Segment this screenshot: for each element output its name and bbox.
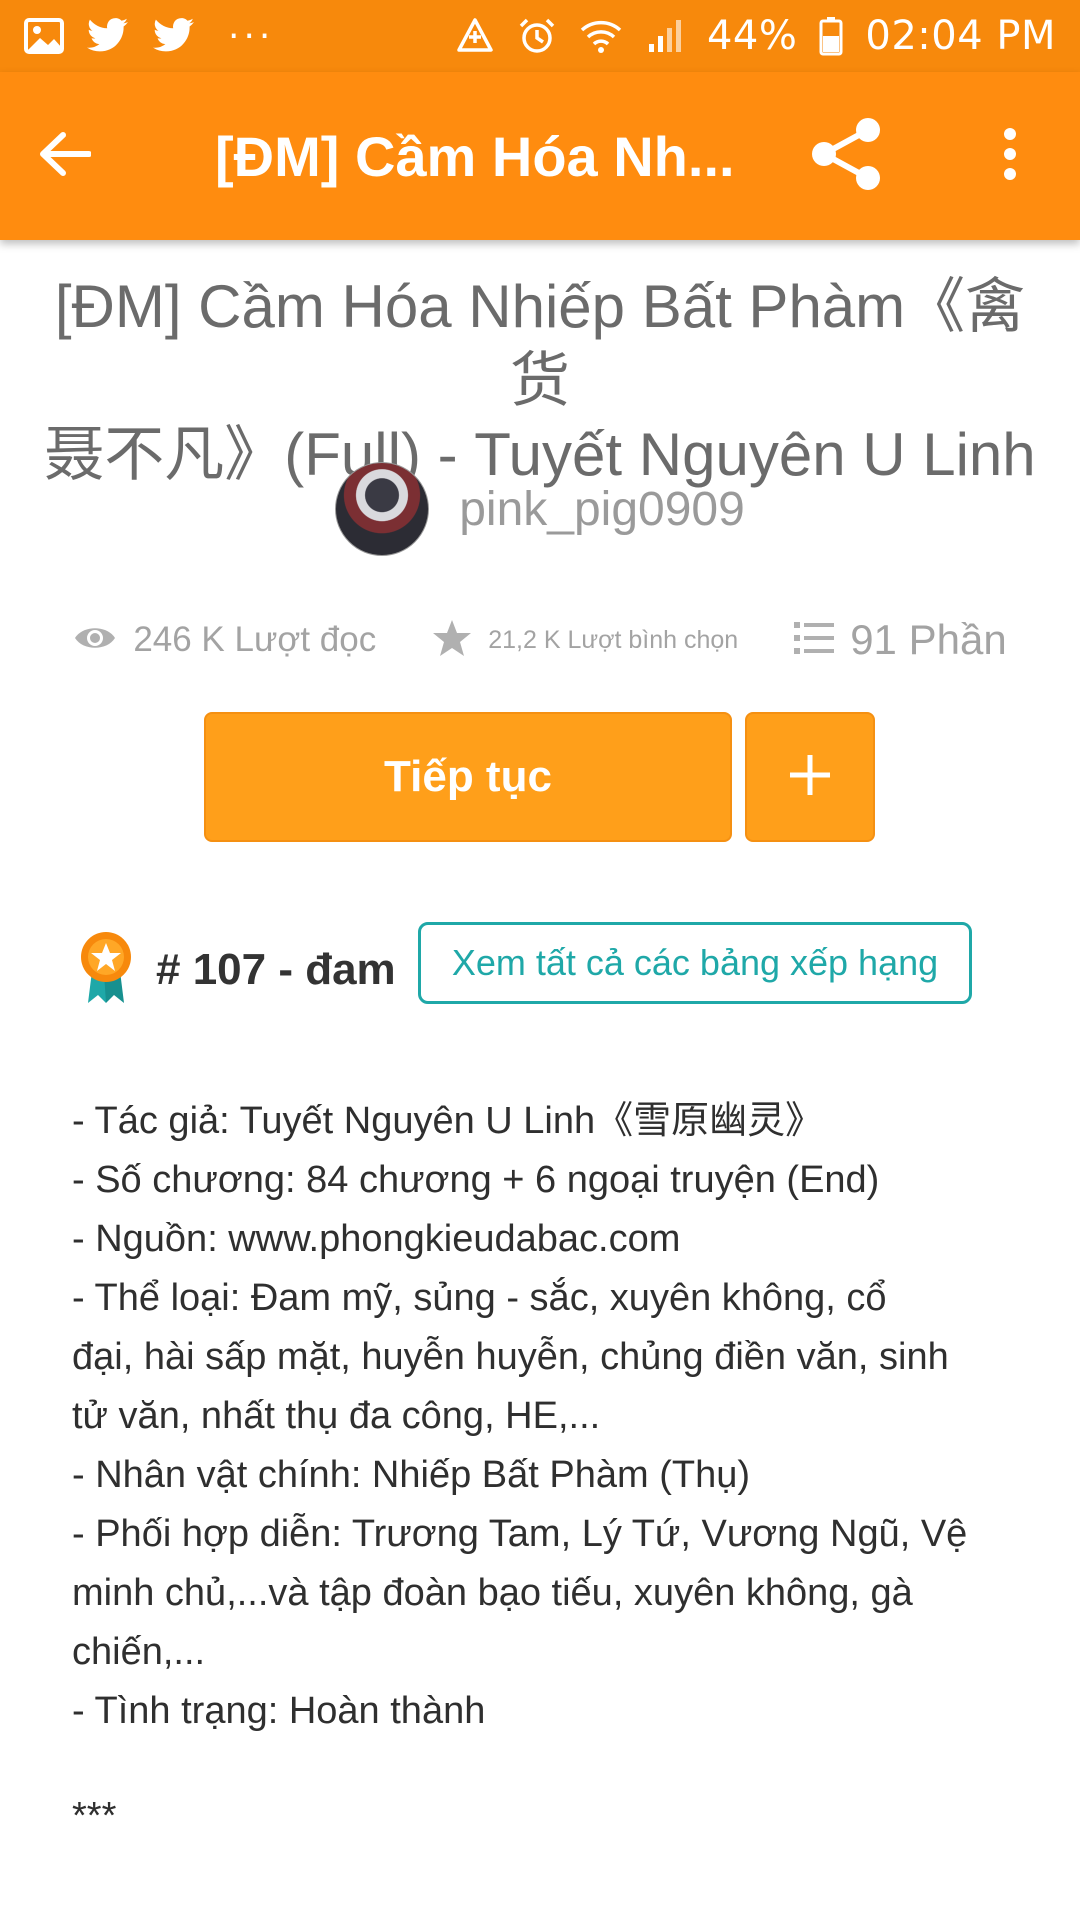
description-line: tử văn, nhất thụ đa công, HE,... xyxy=(72,1395,601,1437)
author-name[interactable]: pink_pig0909 xyxy=(459,482,745,537)
description-line: - Tình trạng: Hoàn thành xyxy=(72,1690,486,1732)
battery-icon xyxy=(819,16,843,56)
list-icon xyxy=(794,621,835,660)
share-button[interactable] xyxy=(806,116,886,196)
rank-label: # 107 - đam xyxy=(156,945,396,994)
arrow-back-icon xyxy=(39,131,92,182)
description-line: - Thể loại: Đam mỹ, sủng - sắc, xuyên kh… xyxy=(72,1277,887,1319)
view-all-rankings-button[interactable]: Xem tất cả các bảng xếp hạng xyxy=(418,922,972,1004)
star-icon xyxy=(432,619,472,662)
twitter-icon xyxy=(86,18,130,54)
share-icon xyxy=(808,116,884,197)
app-bar: [ĐM] Cầm Hóa Nh... xyxy=(0,72,1080,240)
image-icon xyxy=(24,18,64,54)
story-title: [ĐM] Cầm Hóa Nhiếp Bất Phàm《禽货 聂不凡》(Full… xyxy=(30,270,1050,492)
description-line: - Số chương: 84 chương + 6 ngoại truyện … xyxy=(72,1159,880,1201)
story-stats: 246 K Lượt đọc 21,2 K Lượt bình chọn 91 … xyxy=(0,610,1080,670)
more-notifications-icon: ··· xyxy=(228,15,275,57)
description-line: minh chủ,...và tập đoàn bạo tiếu, xuyên … xyxy=(72,1572,913,1614)
data-saver-icon xyxy=(455,16,495,56)
status-left: ··· xyxy=(24,16,274,57)
description-line: - Nhân vật chính: Nhiếp Bất Phàm (Thụ) xyxy=(72,1454,750,1496)
status-right: 44% 02:04 PM xyxy=(455,13,1056,59)
continue-reading-button[interactable]: Tiếp tục xyxy=(204,712,732,842)
battery-percent: 44% xyxy=(706,13,798,59)
status-bar: ··· 44% 02:04 PM xyxy=(0,0,1080,72)
parts-count: 91 Phần xyxy=(850,616,1007,663)
more-options-button[interactable] xyxy=(980,116,1040,196)
reads-stat: 246 K Lượt đọc xyxy=(73,620,376,660)
description-line: - Tác giả: Tuyết Nguyên U Linh《雪原幽灵》 xyxy=(72,1100,824,1142)
parts-stat: 91 Phần xyxy=(794,616,1007,664)
plus-icon xyxy=(788,753,832,802)
description-line: chiến,... xyxy=(72,1631,206,1673)
wifi-icon xyxy=(579,16,623,56)
reads-count: 246 K Lượt đọc xyxy=(133,620,377,659)
add-to-library-button[interactable] xyxy=(745,712,875,842)
story-description: - Tác giả: Tuyết Nguyên U Linh《雪原幽灵》 - S… xyxy=(72,1092,1022,1846)
app-bar-title: [ĐM] Cầm Hóa Nh... xyxy=(215,124,735,188)
more-vert-icon xyxy=(1000,126,1020,187)
twitter-icon xyxy=(152,18,196,54)
description-line: đại, hài sấp mặt, huyễn huyễn, chủng điề… xyxy=(72,1336,949,1378)
back-button[interactable] xyxy=(0,72,130,240)
clock: 02:04 PM xyxy=(865,13,1056,59)
author-row[interactable]: pink_pig0909 xyxy=(0,462,1080,556)
rank-row: # 107 - đam xyxy=(78,925,396,1015)
story-title-line: [ĐM] Cầm Hóa Nhiếp Bất Phàm《禽货 xyxy=(54,273,1026,414)
eye-icon xyxy=(73,623,117,658)
signal-icon xyxy=(645,16,685,56)
votes-count: 21,2 K Lượt bình chọn xyxy=(488,625,739,654)
description-line: - Phối hợp diễn: Trương Tam, Lý Tứ, Vươn… xyxy=(72,1513,968,1555)
alarm-icon xyxy=(517,16,557,56)
description-line: - Nguồn: www.phongkieudabac.com xyxy=(72,1218,681,1260)
description-separator: *** xyxy=(72,1795,117,1837)
avatar[interactable] xyxy=(335,462,430,556)
votes-stat: 21,2 K Lượt bình chọn xyxy=(432,619,738,662)
award-ribbon-icon xyxy=(78,931,134,1010)
